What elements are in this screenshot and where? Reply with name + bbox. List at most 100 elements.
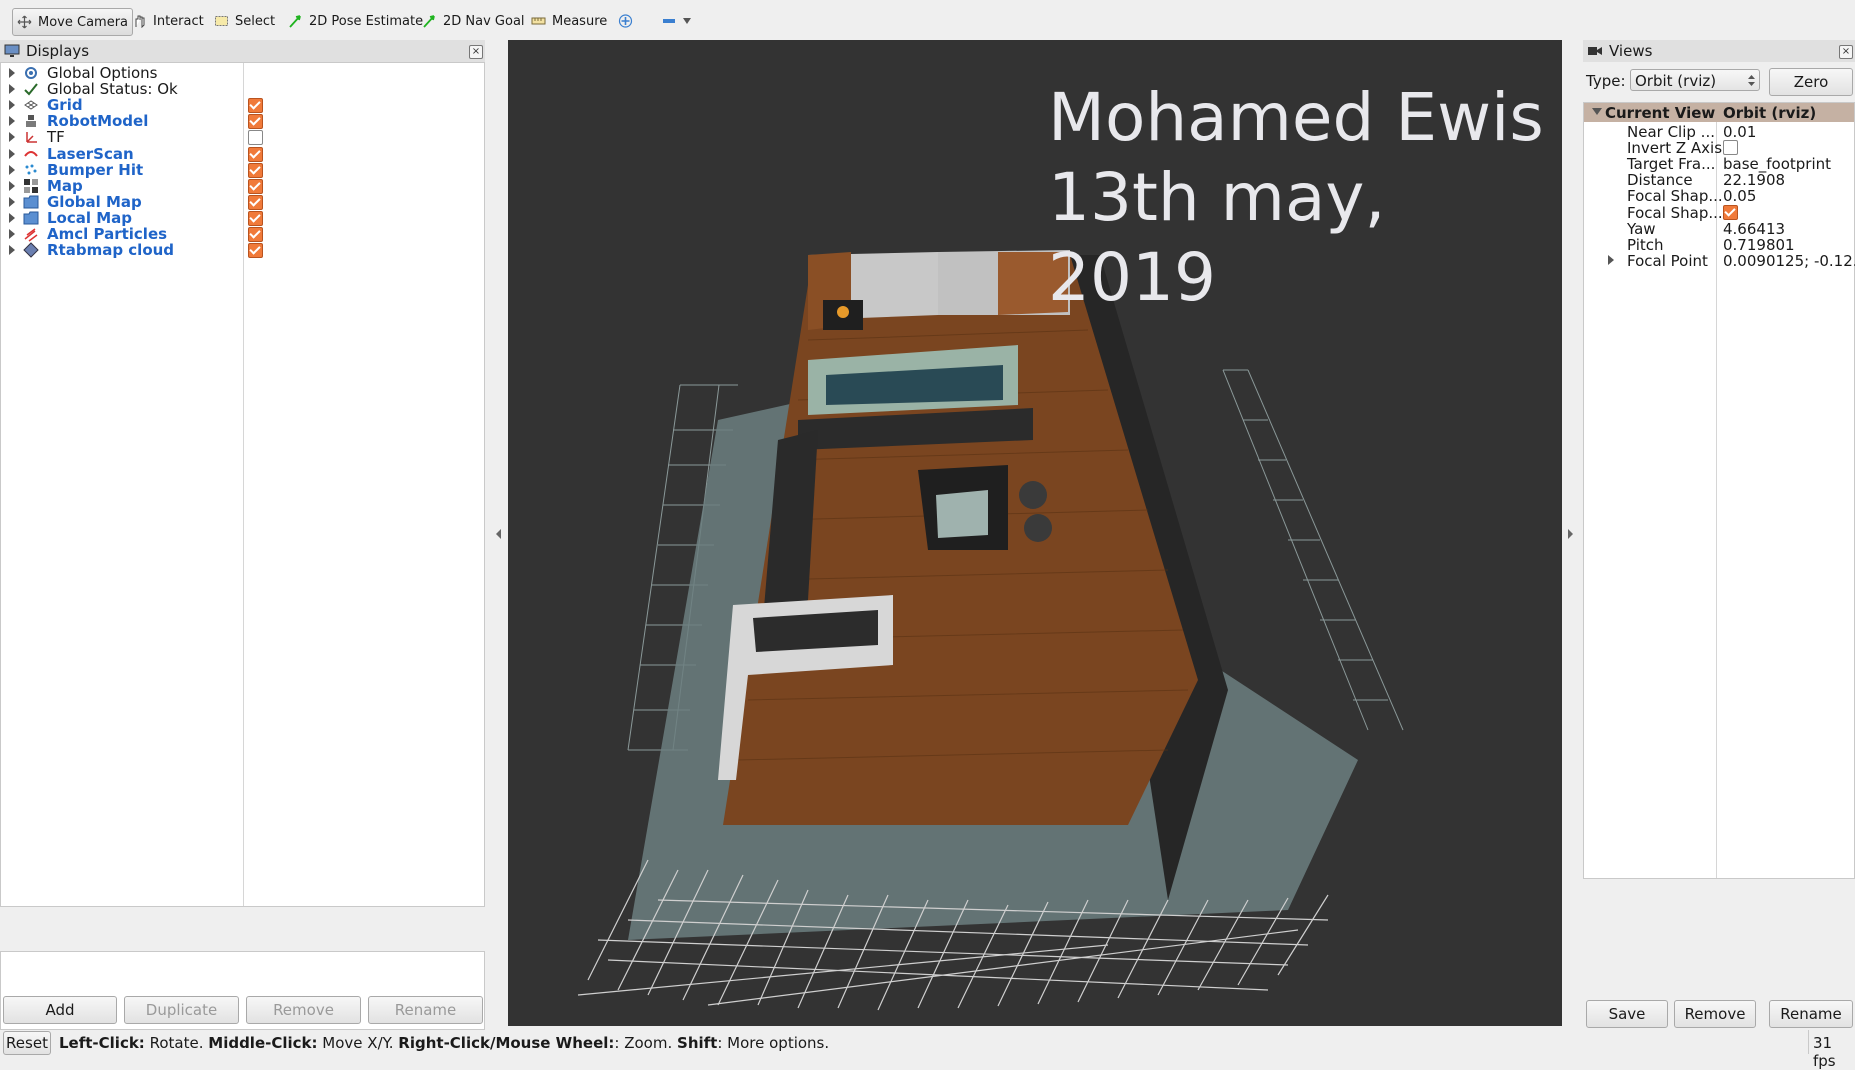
expand-arrow-icon[interactable] [9, 116, 15, 127]
updown-arrow-icon [1748, 75, 1755, 86]
overlay-date: 13th may, 2019 [1048, 159, 1386, 316]
hint-left-click: Left-Click: [59, 1034, 145, 1052]
pose-estimate-label: 2D Pose Estimate [309, 13, 424, 29]
overlay-name: Mohamed Ewis [1048, 79, 1544, 156]
view-property-checkbox[interactable] [1723, 140, 1738, 156]
tf-axes-icon [26, 132, 37, 144]
expand-arrow-icon[interactable] [1608, 254, 1614, 265]
measure-tool[interactable]: Measure [527, 8, 611, 34]
view-property-row[interactable]: Focal Point 0.0090125; -0.12... [1584, 251, 1855, 270]
add-tool-button[interactable] [614, 8, 637, 34]
view-properties-tree: Current View Orbit (rviz) Near Clip ... 0… [1583, 102, 1855, 879]
displays-title: Displays [26, 42, 90, 60]
cloud-icon [23, 242, 39, 258]
zero-button[interactable]: Zero [1769, 68, 1853, 96]
display-item[interactable]: Rtabmap cloud [1, 241, 484, 260]
hint-middle-desc: Move X/Y. [322, 1034, 394, 1052]
view-type-select[interactable]: Orbit (rviz) [1630, 69, 1760, 91]
view-property-value[interactable]: 0.0090125; -0.12... [1723, 252, 1855, 270]
folder-icon [23, 195, 39, 209]
status-bar: Reset Left-Click: Rotate. Middle-Click: … [0, 1030, 1855, 1070]
hint-right-desc: : Zoom. [614, 1034, 673, 1052]
ok-check-icon [24, 83, 38, 96]
remove-view-button[interactable]: Remove [1674, 1000, 1756, 1028]
folder-icon [23, 211, 39, 225]
rename-display-button[interactable]: Rename [368, 996, 483, 1024]
expand-arrow-icon[interactable] [9, 100, 15, 111]
move-camera-icon [17, 15, 32, 29]
add-display-button[interactable]: Add [3, 996, 117, 1024]
camera-icon [1588, 47, 1602, 55]
duplicate-display-button[interactable]: Duplicate [124, 996, 239, 1024]
close-icon[interactable]: × [469, 45, 483, 59]
displays-panel: Displays × Global Options Global Status: … [0, 40, 485, 1030]
view-type-value: Orbit (rviz) [1635, 72, 1717, 90]
status-hint: Left-Click: Rotate. Middle-Click: Move X… [59, 1034, 829, 1052]
point-cloud-icon [25, 164, 37, 175]
expand-arrow-icon[interactable] [9, 229, 15, 239]
expand-arrow-icon[interactable] [9, 164, 15, 175]
pose-estimate-tool[interactable]: 2D Pose Estimate [284, 8, 427, 34]
green-arrow-icon [289, 15, 301, 28]
display-enable-checkbox[interactable] [248, 243, 263, 259]
expanded-arrow-icon [1592, 108, 1602, 115]
hint-middle-click: Middle-Click: [208, 1034, 318, 1052]
interact-label: Interact [153, 13, 204, 29]
expand-arrow-icon[interactable] [9, 196, 15, 207]
rename-view-button[interactable]: Rename [1769, 1000, 1853, 1028]
views-title: Views [1609, 42, 1653, 60]
gear-icon [25, 67, 37, 79]
map-icon [24, 178, 38, 193]
nav-goal-label: 2D Nav Goal [443, 13, 525, 29]
chevron-down-icon [683, 18, 691, 24]
displays-tree: Global Options Global Status: Ok Grid Robot… [0, 62, 485, 907]
display-enable-checkbox[interactable] [248, 162, 263, 178]
save-view-button[interactable]: Save [1586, 1000, 1668, 1028]
expand-arrow-icon[interactable] [9, 245, 15, 256]
display-enable-checkbox[interactable] [248, 130, 263, 146]
expand-arrow-icon[interactable] [9, 212, 15, 223]
display-enable-checkbox[interactable] [248, 146, 263, 162]
select-label: Select [235, 13, 276, 29]
views-panel: Views × Type: Orbit (rviz) Zero Current … [1583, 40, 1855, 1030]
current-view-row[interactable]: Current View Orbit (rviz) [1584, 103, 1854, 122]
left-collapse-icon[interactable] [495, 528, 503, 540]
select-tool[interactable]: Select [210, 8, 279, 34]
views-header: Views [1583, 40, 1855, 62]
display-enable-checkbox[interactable] [248, 194, 263, 210]
move-camera-tool[interactable]: Move Camera [12, 8, 134, 36]
minus-icon [663, 19, 675, 23]
expand-arrow-icon[interactable] [9, 84, 15, 95]
expand-arrow-icon[interactable] [9, 180, 15, 191]
move-camera-label: Move Camera [38, 14, 129, 30]
select-icon [215, 16, 228, 26]
hint-right-click: Right-Click/Mouse Wheel: [398, 1034, 615, 1052]
remove-display-button[interactable]: Remove [246, 996, 361, 1024]
robot-model-icon [26, 115, 36, 128]
type-label: Type: [1586, 72, 1626, 90]
hand-icon [135, 15, 145, 28]
reset-button[interactable]: Reset [3, 1031, 51, 1055]
render-viewport[interactable]: Mohamed Ewis 13th may, 2019 [508, 40, 1562, 1026]
current-view-name: Current View [1605, 104, 1716, 122]
display-enable-checkbox[interactable] [248, 227, 263, 242]
display-item-label: Rtabmap cloud [47, 241, 175, 260]
nav-goal-tool[interactable]: 2D Nav Goal [418, 8, 529, 34]
remove-tool-dropdown[interactable] [658, 8, 695, 34]
interact-tool[interactable]: Interact [128, 8, 208, 34]
display-enable-checkbox[interactable] [248, 114, 263, 130]
fps-counter: 31 fps [1813, 1034, 1836, 1070]
expand-arrow-icon[interactable] [9, 68, 15, 78]
display-enable-checkbox[interactable] [248, 210, 263, 226]
expand-arrow-icon[interactable] [9, 132, 15, 143]
display-enable-checkbox[interactable] [248, 98, 263, 114]
view-property-name: Focal Point [1627, 251, 1708, 270]
main-toolbar: Move Camera Interact Select 2D Pose Esti… [0, 0, 1855, 40]
right-collapse-icon[interactable] [1567, 528, 1575, 540]
close-icon[interactable]: × [1839, 45, 1853, 59]
green-arrow-icon [423, 15, 435, 28]
ruler-icon [531, 17, 546, 25]
expand-arrow-icon[interactable] [9, 148, 15, 159]
display-enable-checkbox[interactable] [248, 178, 263, 194]
view-property-checkbox[interactable] [1723, 204, 1738, 220]
